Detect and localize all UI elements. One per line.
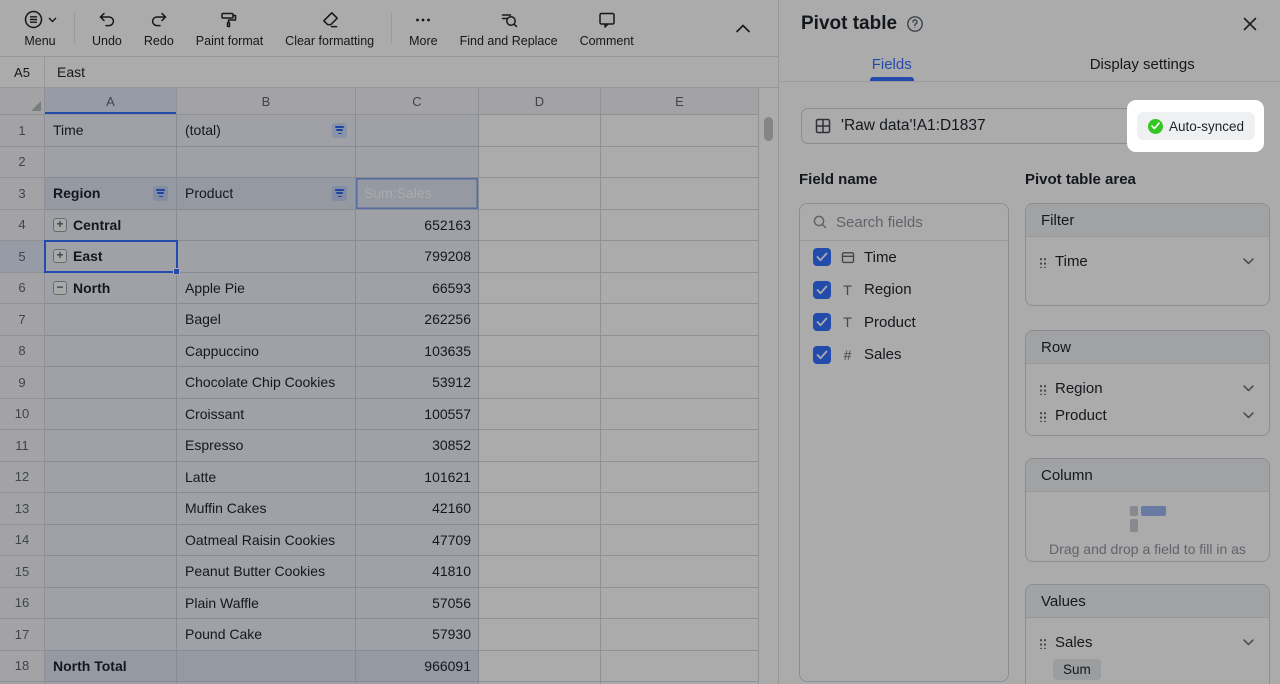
dim-overlay [0, 0, 1280, 684]
synced-check-icon [1148, 119, 1163, 134]
auto-synced-label: Auto-synced [1169, 119, 1244, 134]
auto-synced-badge: Auto-synced [1137, 112, 1255, 140]
